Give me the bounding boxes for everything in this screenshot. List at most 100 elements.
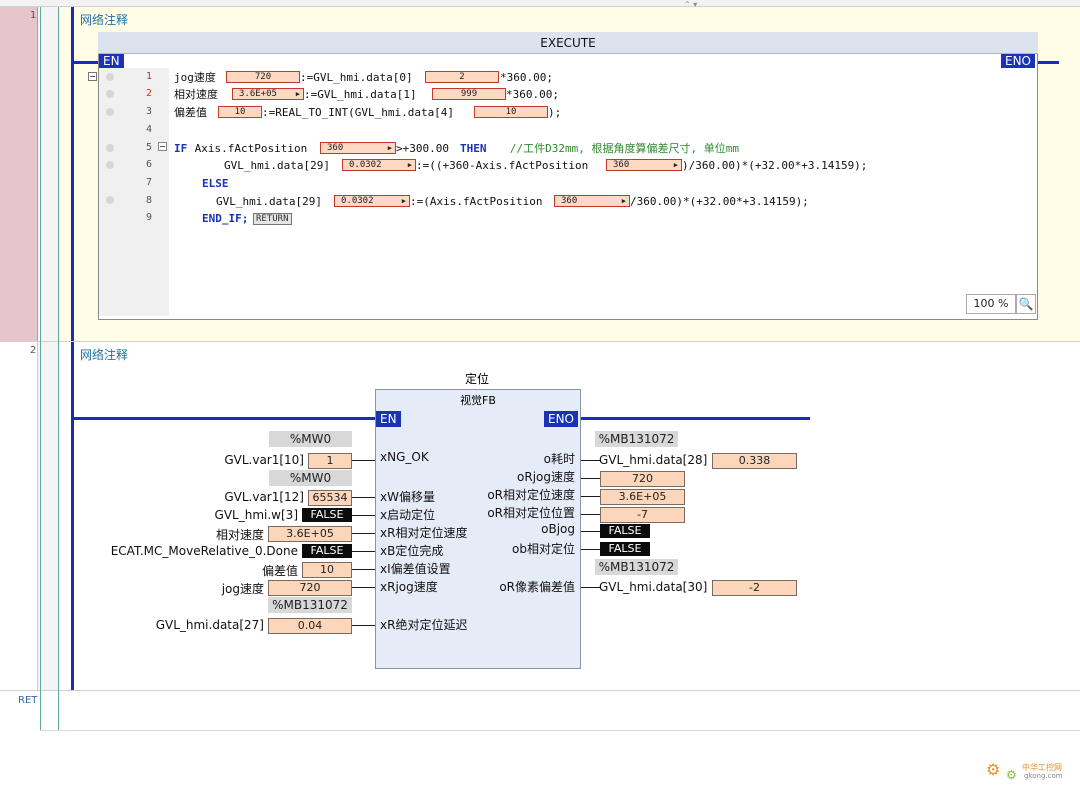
line-number: 6	[145, 159, 152, 170]
output-variable[interactable]: GVL_hmi.data[28]	[599, 453, 707, 467]
fb-input-pin: xB定位完成	[380, 544, 444, 558]
input-variable[interactable]: GVL_hmi.w[3]	[100, 508, 298, 522]
input-variable[interactable]: 偏差值	[100, 562, 298, 579]
rung-comment[interactable]: 网络注释	[80, 346, 128, 363]
fb-instance-name[interactable]: 定位	[465, 370, 489, 387]
return-badge[interactable]: RETURN	[253, 213, 292, 225]
output-bool-value[interactable]: FALSE	[600, 524, 650, 538]
fb-input-pin: xRjog速度	[380, 580, 438, 594]
watch-value[interactable]: 360	[554, 195, 630, 207]
input-wire	[352, 515, 375, 516]
input-variable[interactable]: GVL.var1[10]	[100, 453, 304, 467]
gear-logo-icon: ⚙	[986, 760, 1001, 779]
rung-2-gutter[interactable]	[0, 341, 38, 691]
watch-value[interactable]: 2	[425, 71, 499, 83]
keyword-then: THEN	[460, 142, 487, 155]
rail-wire	[74, 417, 376, 420]
input-value[interactable]: 1	[308, 453, 352, 469]
output-value[interactable]: -7	[600, 507, 685, 523]
breakpoint-dot[interactable]	[106, 144, 114, 152]
breakpoint-dot[interactable]	[106, 161, 114, 169]
output-value[interactable]: 3.6E+05	[600, 489, 685, 505]
output-value[interactable]: 0.338	[712, 453, 797, 469]
code-token: :=GVL_hmi.data[0]	[300, 71, 413, 84]
code-token: )/360.00)*(+32.00*+3.14159);	[682, 159, 868, 172]
input-value[interactable]: 10	[302, 562, 352, 578]
keyword-if: IF	[174, 142, 188, 155]
line-number: 2	[145, 88, 152, 99]
output-wire	[581, 514, 600, 515]
input-value[interactable]: 65534	[308, 490, 352, 506]
fb-input-pin: xNG_OK	[380, 450, 429, 464]
rung-1-gutter[interactable]	[0, 7, 38, 341]
input-wire	[352, 497, 375, 498]
rung-number: 2	[30, 345, 37, 356]
keyword-else: ELSE	[202, 177, 229, 190]
watch-value[interactable]: 999	[432, 88, 506, 100]
rung-1-margin	[38, 7, 58, 341]
fb-eno-pin: ENO	[544, 411, 579, 427]
breakpoint-dot[interactable]	[106, 73, 114, 81]
watch-value[interactable]: 720	[226, 71, 300, 83]
watch-value[interactable]: 10	[474, 106, 548, 118]
collapse-icon[interactable]: −	[88, 72, 97, 81]
line-number: 5	[145, 142, 152, 153]
code-token: :=((+360-Axis.fActPosition	[416, 159, 589, 172]
code-token: >+300.00	[396, 142, 456, 155]
breakpoint-dot[interactable]	[106, 108, 114, 116]
fb-output-pin: oR像素偏差值	[499, 580, 575, 594]
watch-value[interactable]: 360	[320, 142, 396, 154]
code-token: GVL_hmi.data[29]	[224, 159, 330, 172]
breakpoint-dot[interactable]	[106, 90, 114, 98]
fb-output-pin: oRjog速度	[517, 470, 575, 484]
output-value[interactable]: -2	[712, 580, 797, 596]
bottom-separator	[40, 730, 1080, 731]
fb-input-pin: xR绝对定位延迟	[380, 618, 468, 632]
code-token: :=GVL_hmi.data[1]	[304, 88, 417, 101]
input-wire	[352, 587, 375, 588]
margin-line	[58, 7, 59, 730]
line-number: 3	[145, 106, 152, 117]
output-value[interactable]: 720	[600, 471, 685, 487]
code-token: /360.00)*(+32.00*+3.14159);	[630, 195, 809, 208]
input-bool-value[interactable]: FALSE	[302, 508, 352, 522]
rung-number: 1	[30, 10, 37, 21]
rung-2-margin	[38, 341, 58, 691]
watch-value[interactable]: 10	[218, 106, 262, 118]
address-label: %MW0	[269, 470, 352, 486]
fb-output-pin: oR相对定位位置	[487, 506, 575, 520]
rail-wire	[74, 61, 99, 64]
rung-comment[interactable]: 网络注释	[80, 11, 128, 28]
watch-value[interactable]: 0.0302	[334, 195, 410, 207]
input-variable[interactable]: 相对速度	[100, 526, 264, 543]
watch-value[interactable]: 360	[606, 159, 682, 171]
input-variable[interactable]: jog速度	[100, 580, 264, 597]
input-variable[interactable]: ECAT.MC_MoveRelative_0.Done	[60, 544, 298, 558]
code-token: );	[548, 106, 562, 119]
line-number: 9	[145, 212, 152, 223]
watch-value[interactable]: 0.0302	[342, 159, 416, 171]
code-token: :=REAL_TO_INT(GVL_hmi.data[4]	[262, 106, 455, 119]
breakpoint-dot[interactable]	[106, 196, 114, 204]
line-number: 4	[145, 124, 152, 135]
en-pin: EN	[99, 54, 124, 68]
input-variable[interactable]: GVL.var1[12]	[100, 490, 304, 504]
fb-output-pin: oR相对定位速度	[487, 488, 575, 502]
rung-separator	[0, 690, 1080, 691]
watch-value[interactable]: 3.6E+05	[232, 88, 304, 100]
input-wire	[352, 551, 375, 552]
fb-input-pin: xW偏移量	[380, 490, 435, 504]
fb-en-pin: EN	[376, 411, 401, 427]
output-bool-value[interactable]: FALSE	[600, 542, 650, 556]
input-value[interactable]: 0.04	[268, 618, 352, 634]
output-wire	[581, 587, 600, 588]
zoom-icon[interactable]: 🔍	[1016, 294, 1036, 314]
zoom-level[interactable]: 100 %	[966, 294, 1016, 314]
input-value[interactable]: 720	[268, 580, 352, 596]
input-variable[interactable]: GVL_hmi.data[27]	[100, 618, 264, 632]
input-bool-value[interactable]: FALSE	[302, 544, 352, 558]
input-value[interactable]: 3.6E+05	[268, 526, 352, 542]
fb-input-pin: xI偏差值设置	[380, 562, 451, 576]
fold-icon[interactable]: −	[158, 142, 167, 151]
output-variable[interactable]: GVL_hmi.data[30]	[599, 580, 707, 594]
